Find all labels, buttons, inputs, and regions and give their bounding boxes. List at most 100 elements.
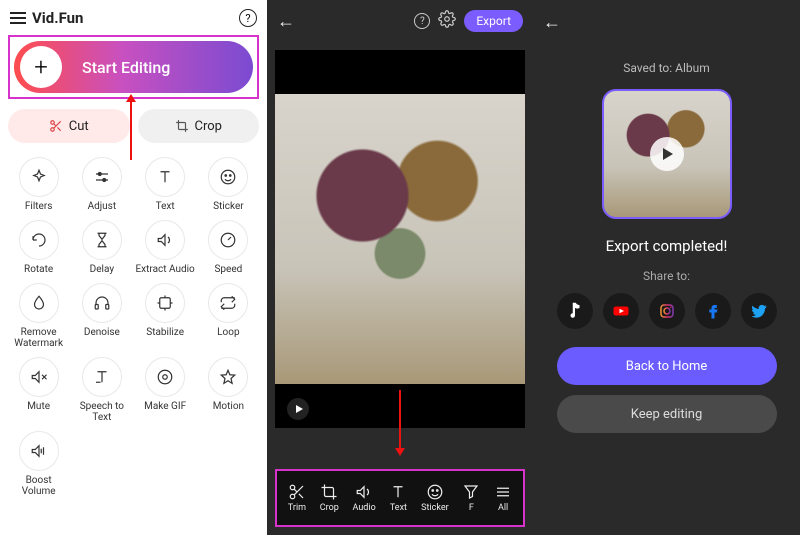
tool-label: Sticker [213,201,244,212]
tool-label: Speech to Text [71,401,132,423]
play-icon [650,137,684,171]
tool-label: Loop [217,327,239,338]
gif-icon [145,357,185,397]
tool-label: Adjust [88,201,117,212]
help-icon[interactable]: ? [414,13,430,29]
start-editing-label: Start Editing [82,58,170,77]
star-icon [208,357,248,397]
text-icon [145,157,185,197]
video-preview[interactable] [275,50,525,428]
tool-label: Text [156,201,175,212]
share-to-label: Share to: [643,269,690,283]
tool-speed[interactable]: Speed [198,218,259,277]
back-to-home-button[interactable]: Back to Home [557,347,777,385]
tool-label: Stabilize [146,327,184,338]
toolbar-sticker[interactable]: Sticker [421,483,448,513]
share-instagram-button[interactable] [649,293,685,329]
back-icon[interactable]: ← [543,12,561,33]
audio-icon [145,220,185,260]
play-icon[interactable] [287,398,309,420]
tool-label: Speed [214,264,242,275]
tool-label: Make GIF [144,401,186,412]
keep-editing-button[interactable]: Keep editing [557,395,777,433]
tool-label: Boost Volume [8,475,69,497]
home-header: Vid.Fun ? [8,5,259,35]
tool-filters[interactable]: Filters [8,155,69,214]
boost-icon [19,431,59,471]
start-editing-button[interactable]: + Start Editing [14,41,253,93]
crop-button[interactable]: Crop [138,109,260,143]
app-logo: Vid.Fun [32,9,83,27]
youtube-icon [612,302,630,320]
export-panel: ← Saved to: Album Export completed! Shar… [533,0,800,535]
tool-rotate[interactable]: Rotate [8,218,69,277]
filter-icon [462,483,480,501]
tool-speech-to-text[interactable]: Speech to Text [71,355,132,425]
tool-label: Delay [90,264,114,275]
export-button[interactable]: Export [464,10,523,32]
tool-label: Denoise [84,327,120,338]
audio-icon [355,483,373,501]
toolbar-text[interactable]: Text [389,483,407,513]
tool-mute[interactable]: Mute [8,355,69,425]
text-icon [389,483,407,501]
help-icon[interactable]: ? [239,9,257,27]
tool-loop[interactable]: Loop [198,281,259,351]
instagram-icon [658,302,676,320]
social-row [557,293,777,329]
tool-adjust[interactable]: Adjust [71,155,132,214]
tool-extract-audio[interactable]: Extract Audio [135,218,196,277]
loop-icon [208,283,248,323]
tool-grid: Filters Adjust Text Sticker Rotate Delay Extra… [8,155,259,499]
scissors-icon [288,483,306,501]
smile-icon [208,157,248,197]
export-complete-label: Export completed! [606,237,728,255]
facebook-icon [704,302,722,320]
toolbar-f[interactable]: F [462,483,480,513]
tiktok-icon [566,302,584,320]
headphones-icon [82,283,122,323]
tool-denoise[interactable]: Denoise [71,281,132,351]
tool-label: Extract Audio [135,264,194,275]
share-facebook-button[interactable] [695,293,731,329]
crop-icon [320,483,338,501]
tool-motion[interactable]: Motion [198,355,259,425]
export-thumbnail[interactable] [602,89,732,219]
tool-delay[interactable]: Delay [71,218,132,277]
hourglass-icon [82,220,122,260]
tool-remove-watermark[interactable]: Remove Watermark [8,281,69,351]
saved-to-label: Saved to: Album [623,61,710,75]
tool-sticker[interactable]: Sticker [198,155,259,214]
toolbar-audio[interactable]: Audio [353,483,376,513]
smile-icon [426,483,444,501]
home-panel: Vid.Fun ? + Start Editing Cut Crop Filte… [0,0,267,535]
toolbar-all[interactable]: All [494,483,512,513]
speed-icon [208,220,248,260]
tool-text[interactable]: Text [135,155,196,214]
drop-icon [19,283,59,323]
all-icon [494,483,512,501]
plus-icon: + [20,46,62,88]
tool-label: Motion [213,401,244,412]
share-youtube-button[interactable] [603,293,639,329]
cut-crop-row: Cut Crop [8,109,259,143]
twitter-icon [750,302,768,320]
back-icon[interactable]: ← [277,11,295,32]
start-highlight: + Start Editing [8,35,259,99]
tool-label: Mute [27,401,50,412]
sparkle-icon [19,157,59,197]
tool-label: Rotate [24,264,53,275]
share-tiktok-button[interactable] [557,293,593,329]
toolbar-crop[interactable]: Crop [320,483,339,513]
menu-icon[interactable] [10,12,26,24]
toolbar-trim[interactable]: Trim [288,483,306,513]
editor-toolbar: Trim Crop Audio Text Sticker F All [275,469,525,527]
tool-make-gif[interactable]: Make GIF [135,355,196,425]
cut-button[interactable]: Cut [8,109,130,143]
tool-stabilize[interactable]: Stabilize [135,281,196,351]
stt-icon [82,357,122,397]
video-frame [275,94,525,384]
tool-boost-volume[interactable]: Boost Volume [8,429,69,499]
settings-icon[interactable] [438,10,456,32]
share-twitter-button[interactable] [741,293,777,329]
